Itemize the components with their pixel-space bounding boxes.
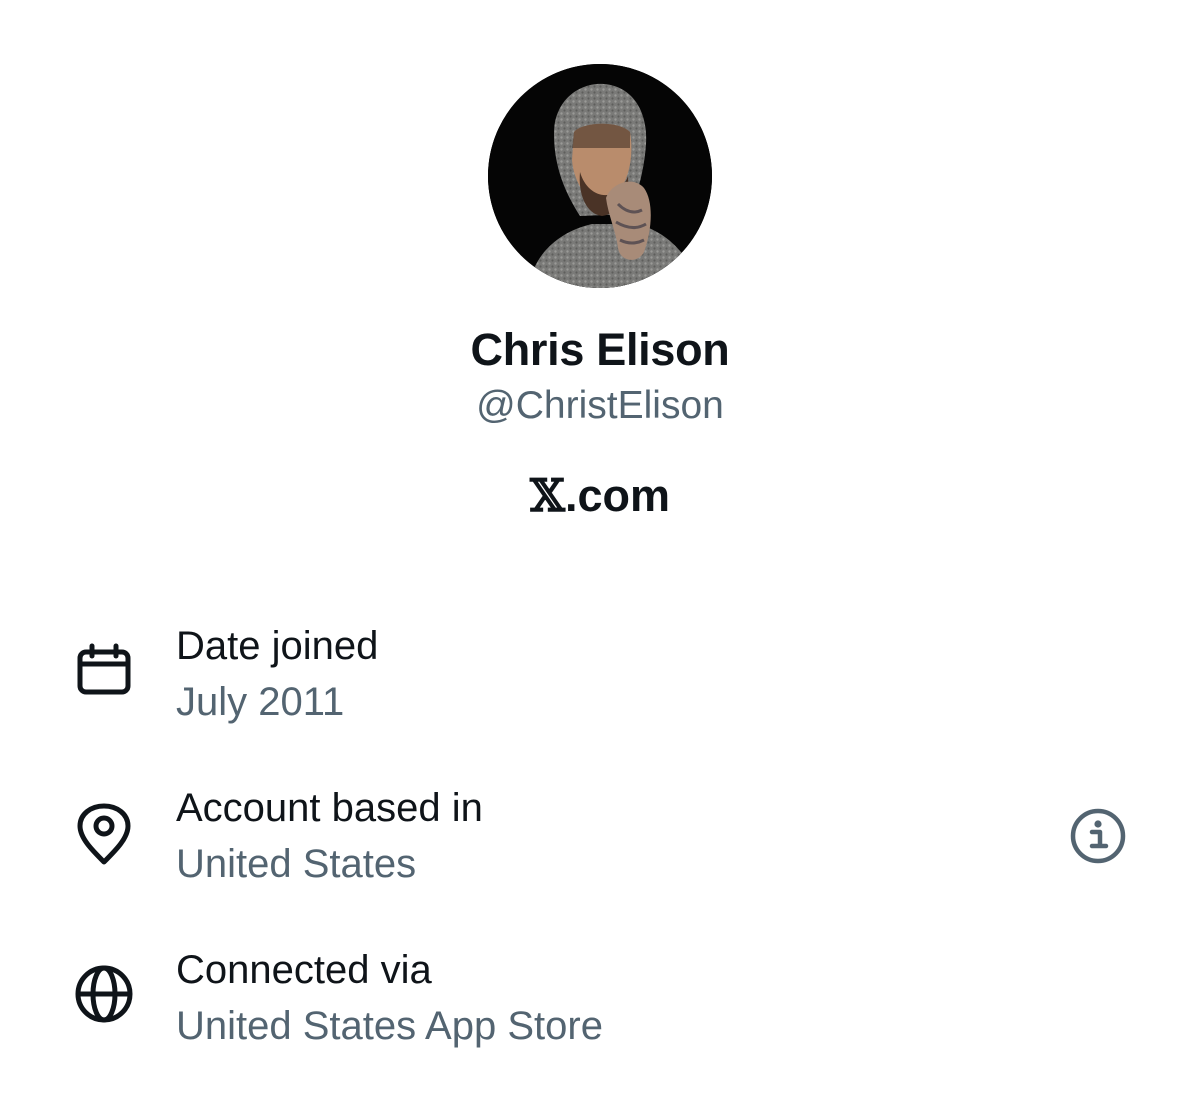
detail-label: Account based in <box>176 786 483 830</box>
avatar[interactable] <box>488 64 712 288</box>
username-handle: @ChristElison <box>476 384 724 427</box>
detail-row-date-joined: Date joined July 2011 <box>0 600 1200 740</box>
detail-row-account-location: Account based in United States <box>0 762 1200 902</box>
detail-value: July 2011 <box>176 680 345 724</box>
profile-header: Chris Elison @ChristElison 𝕏.com <box>0 0 1200 540</box>
display-name: Chris Elison <box>470 324 730 375</box>
info-icon[interactable] <box>1068 806 1128 866</box>
x-logo-glyph: 𝕏 <box>530 469 565 522</box>
detail-value: United States <box>176 842 417 886</box>
globe-icon <box>72 962 136 1026</box>
location-pin-icon <box>72 802 136 866</box>
detail-value: United States App Store <box>176 1004 603 1048</box>
site-link[interactable]: 𝕏.com <box>0 466 1200 526</box>
detail-label: Date joined <box>176 624 379 668</box>
calendar-icon <box>72 638 136 702</box>
site-link-domain: .com <box>564 470 670 521</box>
detail-row-connected-via: Connected via United States App Store <box>0 924 1200 1064</box>
detail-label: Connected via <box>176 948 432 992</box>
avatar-image <box>488 64 712 288</box>
